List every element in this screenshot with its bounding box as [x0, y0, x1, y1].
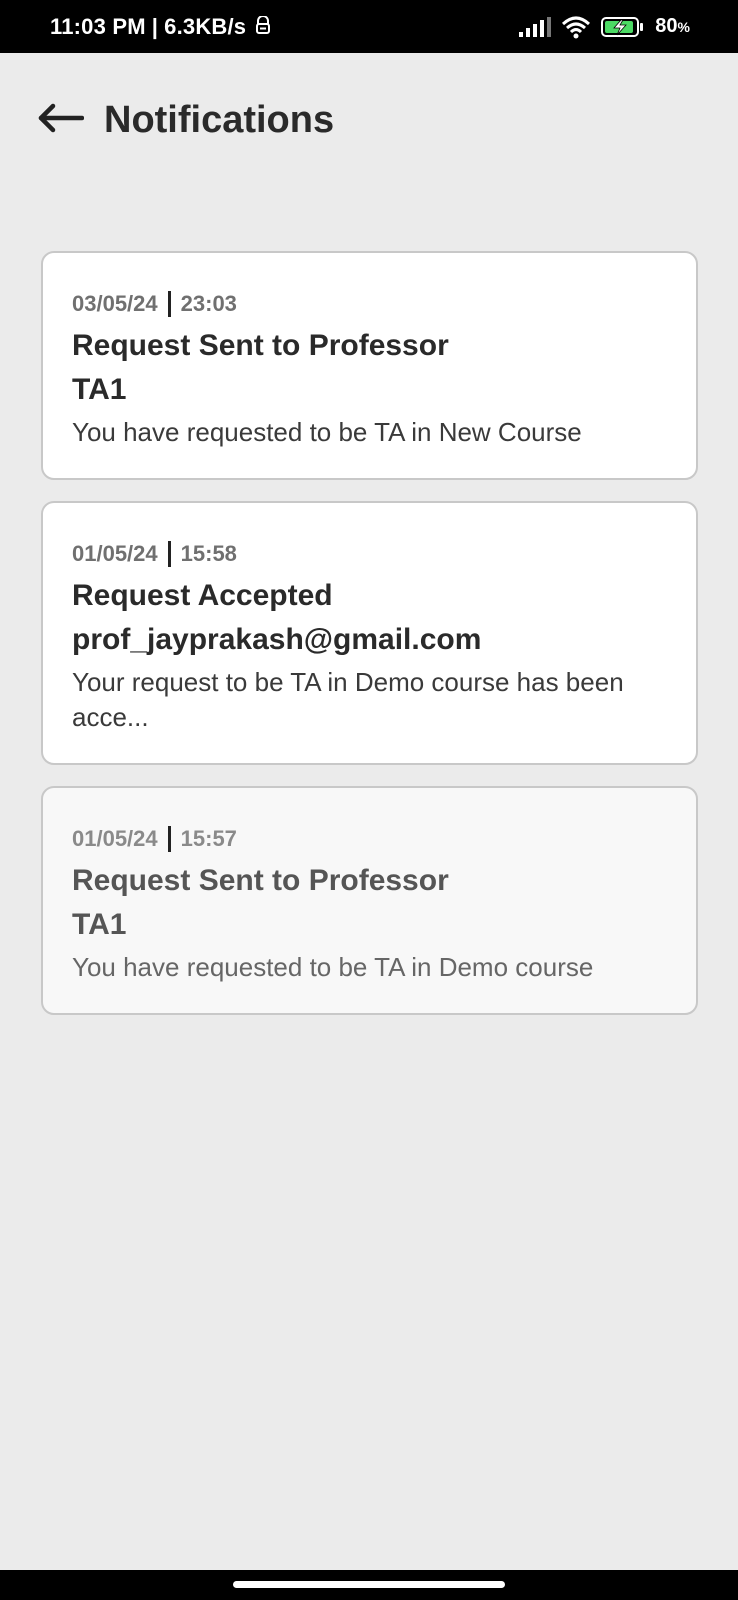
notification-date: 01/05/24: [72, 541, 158, 566]
notification-list: 03/05/24 23:03 Request Sent to Professor…: [41, 251, 698, 1036]
status-right: 80%: [519, 0, 690, 53]
notification-meta: 03/05/24 23:03: [72, 289, 668, 319]
wifi-icon: [561, 15, 591, 39]
navigation-bar: [0, 1570, 738, 1600]
notification-card[interactable]: 01/05/24 15:57 Request Sent to Professor…: [41, 786, 698, 1015]
meta-divider: [167, 291, 171, 317]
notification-time: 23:03: [180, 291, 237, 316]
notification-date: 03/05/24: [72, 291, 158, 316]
notification-body: Your request to be TA in Demo course has…: [72, 667, 624, 732]
notification-sender: TA1: [72, 908, 127, 941]
notification-title: Request Sent to Professor: [72, 864, 449, 897]
notification-date: 01/05/24: [72, 826, 158, 851]
arrow-left-icon: [36, 103, 85, 138]
notification-meta: 01/05/24 15:58: [72, 539, 668, 569]
notification-card[interactable]: 03/05/24 23:03 Request Sent to Professor…: [41, 251, 698, 480]
page-title: Notifications: [104, 98, 335, 141]
battery-level: 80%: [655, 15, 690, 38]
notification-title: Request Sent to Professor: [72, 329, 449, 362]
notification-body: You have requested to be TA in New Cours…: [72, 417, 582, 447]
network-speed: 6.3KB/s: [164, 13, 247, 39]
back-button[interactable]: [36, 95, 86, 145]
notification-meta: 01/05/24 15:57: [72, 824, 668, 854]
header: Notifications: [36, 90, 334, 150]
notification-body: You have requested to be TA in Demo cour…: [72, 952, 594, 982]
notification-time: 15:58: [180, 541, 237, 566]
notification-sender: prof_jayprakash@gmail.com: [72, 623, 482, 656]
status-bar: 11:03 PM | 6.3KB/s 80%: [0, 0, 738, 53]
signal-icon: [519, 16, 552, 37]
meta-divider: [167, 541, 171, 567]
notification-card[interactable]: 01/05/24 15:58 Request Accepted prof_jay…: [41, 501, 698, 765]
notification-sender: TA1: [72, 373, 127, 406]
notification-time: 15:57: [180, 826, 237, 851]
meta-divider: [167, 826, 171, 852]
status-time: 11:03 PM: [50, 13, 146, 39]
notification-title: Request Accepted: [72, 579, 333, 612]
status-separator: |: [151, 13, 159, 39]
battery-unit: %: [677, 19, 690, 35]
vpn-icon: [256, 14, 271, 40]
status-left: 11:03 PM | 6.3KB/s: [50, 0, 271, 53]
battery-charging-icon: [601, 16, 645, 38]
home-indicator[interactable]: [233, 1581, 505, 1588]
battery-percent: 80: [655, 15, 678, 37]
